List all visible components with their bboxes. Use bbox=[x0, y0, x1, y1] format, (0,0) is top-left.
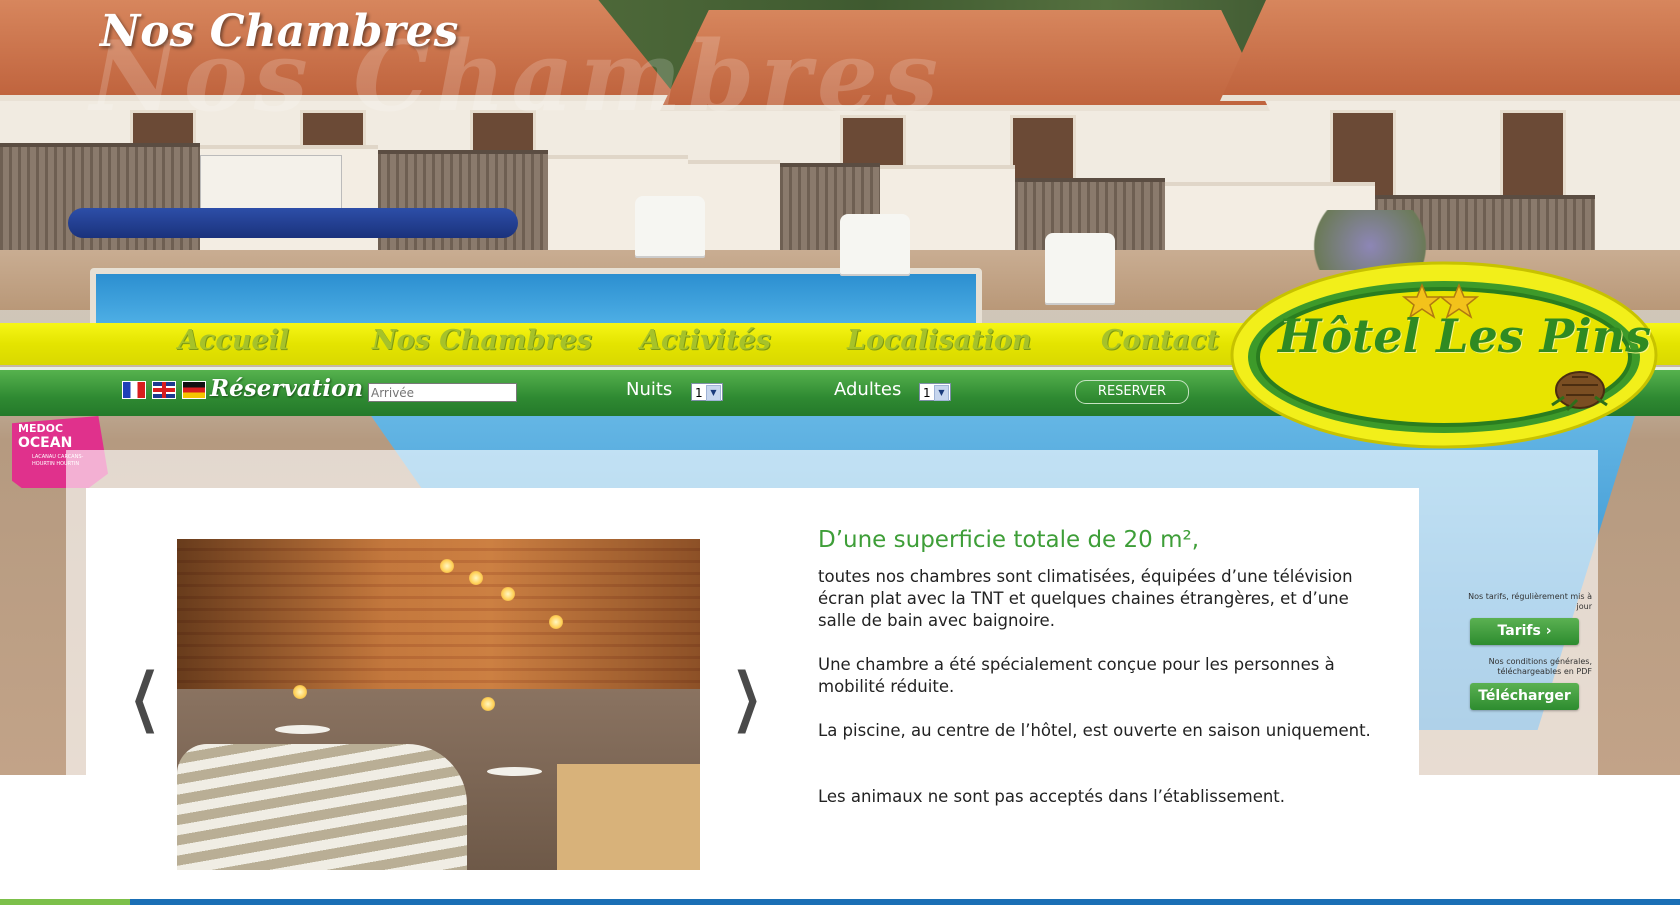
stone-wall bbox=[177, 539, 700, 689]
menu-item-contact[interactable]: Contact bbox=[1101, 325, 1219, 356]
footer-strip bbox=[0, 899, 1680, 905]
tarifs-note: Nos tarifs, régulièrement mis à jour bbox=[1468, 592, 1592, 611]
badge-line2: OCEAN bbox=[18, 435, 73, 451]
sun-lounger bbox=[635, 196, 705, 256]
page-title: Nos Chambres bbox=[100, 6, 459, 57]
logo-text: Hôtel Les Pins bbox=[1278, 309, 1652, 363]
reserve-button[interactable]: RESERVER bbox=[1075, 380, 1189, 404]
chevron-down-icon: ▼ bbox=[934, 385, 949, 401]
flag-de-icon[interactable] bbox=[182, 381, 206, 399]
fence bbox=[0, 143, 200, 267]
bedside-shelf bbox=[275, 725, 330, 734]
bed bbox=[177, 744, 467, 870]
menu-item-nos-chambres[interactable]: Nos Chambres bbox=[372, 325, 592, 356]
lamp-icon bbox=[440, 559, 454, 573]
content-paragraph: La piscine, au centre de l’hôtel, est ou… bbox=[818, 721, 1371, 740]
roof bbox=[1220, 0, 1680, 101]
nights-select[interactable]: 1 ▼ bbox=[691, 383, 723, 401]
tarifs-button[interactable]: Tarifs › bbox=[1470, 618, 1579, 645]
room-photo bbox=[177, 539, 700, 870]
lamp-icon bbox=[501, 587, 515, 601]
carousel-next-button[interactable]: ❯ bbox=[732, 660, 761, 734]
cgv-note: Nos conditions générales, téléchargeable… bbox=[1488, 657, 1592, 676]
badge-line1: MEDOC bbox=[18, 422, 64, 435]
content-paragraph: toutes nos chambres sont climatisées, éq… bbox=[818, 567, 1353, 630]
content-heading: D’une superficie totale de 20 m², bbox=[818, 527, 1200, 553]
nights-value: 1 bbox=[695, 386, 703, 400]
lamp-icon bbox=[469, 571, 483, 585]
chevron-down-icon: ▼ bbox=[706, 385, 721, 401]
sun-lounger bbox=[840, 214, 910, 274]
hotel-logo[interactable]: Hôtel Les Pins bbox=[1222, 255, 1672, 455]
menu-item-activites[interactable]: Activités bbox=[640, 325, 771, 356]
lamp-icon bbox=[293, 685, 307, 699]
bedside-shelf bbox=[487, 767, 542, 776]
adults-select[interactable]: 1 ▼ bbox=[919, 383, 951, 401]
door bbox=[1500, 110, 1566, 201]
pool-cover-roll bbox=[68, 208, 518, 238]
desk bbox=[557, 764, 700, 870]
nights-label: Nuits bbox=[626, 379, 673, 400]
arrival-date-input[interactable] bbox=[368, 383, 517, 402]
menu-item-accueil[interactable]: Accueil bbox=[178, 325, 289, 356]
reservation-label: Réservation bbox=[210, 375, 364, 402]
download-button[interactable]: Télécharger bbox=[1470, 683, 1579, 710]
content-paragraph: Une chambre a été spécialement conçue po… bbox=[818, 655, 1335, 696]
menu-item-localisation[interactable]: Localisation bbox=[847, 325, 1032, 356]
flag-fr-icon[interactable] bbox=[122, 381, 146, 399]
adults-label: Adultes bbox=[834, 379, 902, 400]
lamp-icon bbox=[549, 615, 563, 629]
adults-value: 1 bbox=[923, 386, 931, 400]
sun-lounger bbox=[1045, 233, 1115, 303]
carousel-prev-button[interactable]: ❮ bbox=[130, 660, 159, 734]
flag-uk-icon[interactable] bbox=[152, 381, 176, 399]
content-paragraph: Les animaux ne sont pas acceptés dans l’… bbox=[818, 787, 1286, 806]
lamp-icon bbox=[481, 697, 495, 711]
